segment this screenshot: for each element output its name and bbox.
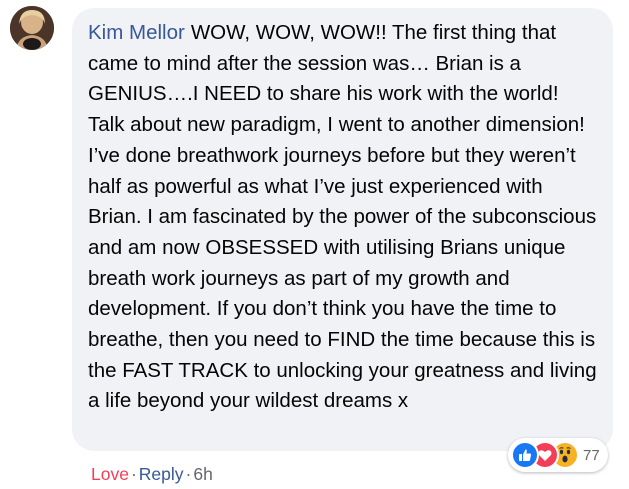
- separator-dot: ·: [185, 464, 192, 484]
- comment-body: Kim Mellor WOW, WOW, WOW!! The first thin…: [88, 18, 597, 417]
- comment-text: WOW, WOW, WOW!! The first thing that cam…: [88, 21, 597, 413]
- avatar[interactable]: [10, 6, 54, 50]
- separator-dot: ·: [130, 464, 137, 484]
- reply-button[interactable]: Reply: [139, 464, 184, 484]
- reactions-summary[interactable]: 77: [508, 438, 608, 472]
- comment-bubble: Kim Mellor WOW, WOW, WOW!! The first thin…: [72, 8, 613, 451]
- love-button[interactable]: Love: [91, 464, 129, 484]
- timestamp[interactable]: 6h: [193, 464, 212, 484]
- comment-actions: Love · Reply · 6h: [91, 464, 213, 485]
- like-icon: [511, 441, 539, 469]
- reaction-count: 77: [583, 446, 600, 464]
- avatar-image: [10, 6, 54, 50]
- comment-author-link[interactable]: Kim Mellor: [88, 21, 185, 44]
